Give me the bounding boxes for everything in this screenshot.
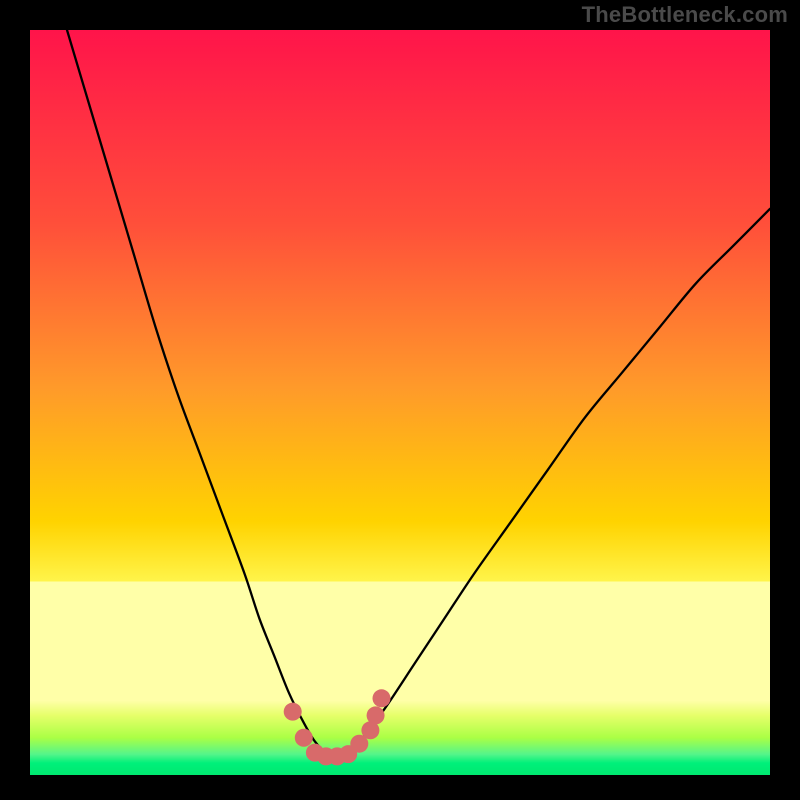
bottleneck-chart: [0, 0, 800, 800]
chart-container: TheBottleneck.com: [0, 0, 800, 800]
marker-dot: [367, 706, 385, 724]
plot-area: [30, 30, 770, 775]
marker-dot: [284, 703, 302, 721]
marker-dot: [373, 689, 391, 707]
marker-dot: [295, 729, 313, 747]
watermark-text: TheBottleneck.com: [582, 2, 788, 28]
